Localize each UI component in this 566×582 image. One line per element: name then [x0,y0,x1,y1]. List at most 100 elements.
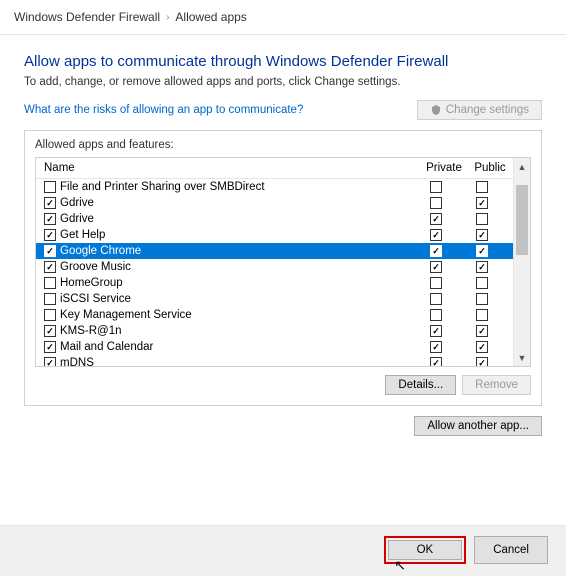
public-checkbox[interactable] [476,357,488,366]
enabled-checkbox[interactable] [44,229,56,241]
table-row[interactable]: Google Chrome [36,243,513,259]
private-cell [413,293,459,305]
enabled-checkbox[interactable] [44,325,56,337]
table-row[interactable]: Gdrive [36,195,513,211]
breadcrumb-root[interactable]: Windows Defender Firewall [14,10,160,24]
ok-highlight: OK [384,536,467,564]
app-name: HomeGroup [60,277,413,289]
private-cell [413,261,459,273]
allow-another-app-button[interactable]: Allow another app... [414,416,542,436]
table-row[interactable]: mDNS [36,355,513,366]
allowed-apps-group: Allowed apps and features: Name Private … [24,130,542,406]
enabled-checkbox[interactable] [44,309,56,321]
public-cell [459,181,505,193]
app-name: Get Help [60,229,413,241]
column-public[interactable]: Public [467,158,513,178]
app-name: iSCSI Service [60,293,413,305]
column-private[interactable]: Private [421,158,467,178]
private-cell [413,325,459,337]
public-cell [459,341,505,353]
table-row[interactable]: Mail and Calendar [36,339,513,355]
table-row[interactable]: KMS-R@1n [36,323,513,339]
app-name: Key Management Service [60,309,413,321]
public-cell [459,261,505,273]
public-checkbox[interactable] [476,325,488,337]
public-checkbox[interactable] [476,229,488,241]
private-checkbox[interactable] [430,213,442,225]
cancel-button[interactable]: Cancel [474,536,548,564]
group-label: Allowed apps and features: [35,139,531,151]
app-name: Google Chrome [60,245,413,257]
private-checkbox[interactable] [430,325,442,337]
enabled-checkbox[interactable] [44,245,56,257]
public-checkbox[interactable] [476,309,488,321]
enabled-checkbox[interactable] [44,181,56,193]
app-name: File and Printer Sharing over SMBDirect [60,181,413,193]
apps-list[interactable]: Name Private Public File and Printer Sha… [35,157,531,367]
private-checkbox[interactable] [430,277,442,289]
public-cell [459,293,505,305]
table-row[interactable]: Key Management Service [36,307,513,323]
public-checkbox[interactable] [476,261,488,273]
scroll-thumb[interactable] [516,185,528,255]
table-row[interactable]: Get Help [36,227,513,243]
details-button[interactable]: Details... [385,375,456,395]
breadcrumb: Windows Defender Firewall › Allowed apps [0,0,566,34]
enabled-checkbox[interactable] [44,277,56,289]
dialog-footer: OK Cancel [0,525,566,576]
table-row[interactable]: HomeGroup [36,275,513,291]
scroll-track[interactable] [514,175,530,349]
scrollbar[interactable]: ▲ ▼ [513,158,530,366]
table-row[interactable]: iSCSI Service [36,291,513,307]
public-checkbox[interactable] [476,341,488,353]
app-name: Groove Music [60,261,413,273]
table-row[interactable]: File and Printer Sharing over SMBDirect [36,179,513,195]
private-checkbox[interactable] [430,181,442,193]
enabled-checkbox[interactable] [44,357,56,366]
remove-button[interactable]: Remove [462,375,531,395]
public-cell [459,277,505,289]
ok-button[interactable]: OK [388,540,463,560]
enabled-checkbox[interactable] [44,213,56,225]
private-cell [413,245,459,257]
public-checkbox[interactable] [476,277,488,289]
app-name: Gdrive [60,197,413,209]
private-checkbox[interactable] [430,229,442,241]
private-cell [413,181,459,193]
private-cell [413,341,459,353]
table-row[interactable]: Gdrive [36,211,513,227]
public-checkbox[interactable] [476,197,488,209]
public-checkbox[interactable] [476,245,488,257]
private-checkbox[interactable] [430,341,442,353]
table-row[interactable]: Groove Music [36,259,513,275]
private-checkbox[interactable] [430,309,442,321]
change-settings-button[interactable]: Change settings [417,100,542,120]
private-checkbox[interactable] [430,357,442,366]
scroll-up-icon[interactable]: ▲ [514,158,530,175]
column-name[interactable]: Name [36,158,421,178]
list-header: Name Private Public [36,158,513,179]
private-checkbox[interactable] [430,197,442,209]
risks-link[interactable]: What are the risks of allowing an app to… [24,104,303,116]
app-name: Mail and Calendar [60,341,413,353]
private-cell [413,197,459,209]
app-name: mDNS [60,357,413,366]
private-checkbox[interactable] [430,245,442,257]
public-checkbox[interactable] [476,181,488,193]
enabled-checkbox[interactable] [44,197,56,209]
enabled-checkbox[interactable] [44,293,56,305]
public-checkbox[interactable] [476,293,488,305]
public-checkbox[interactable] [476,213,488,225]
enabled-checkbox[interactable] [44,341,56,353]
private-checkbox[interactable] [430,261,442,273]
public-cell [459,245,505,257]
app-name: KMS-R@1n [60,325,413,337]
scroll-down-icon[interactable]: ▼ [514,349,530,366]
change-settings-label: Change settings [446,104,529,116]
public-cell [459,197,505,209]
breadcrumb-current: Allowed apps [175,10,246,24]
private-checkbox[interactable] [430,293,442,305]
public-cell [459,213,505,225]
enabled-checkbox[interactable] [44,261,56,273]
chevron-right-icon: › [166,12,169,23]
